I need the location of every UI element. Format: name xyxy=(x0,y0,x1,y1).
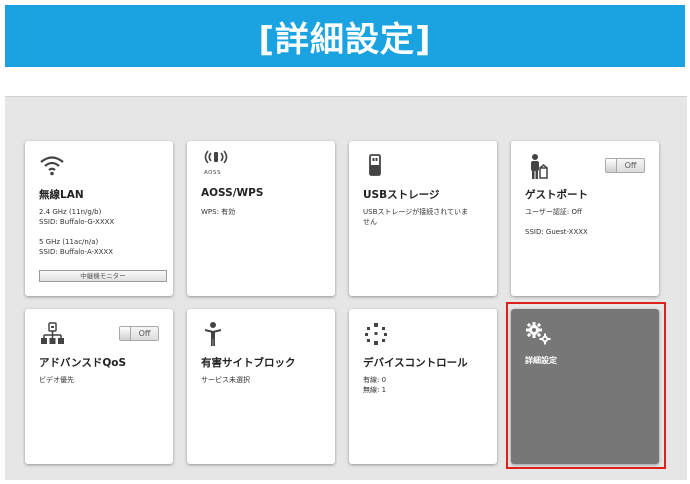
qos-mode: ビデオ優先 xyxy=(39,376,74,384)
toggle-label: Off xyxy=(624,161,637,170)
page-title: [詳細設定] xyxy=(258,19,432,60)
wired-count: 有線: 0 xyxy=(363,376,387,384)
tile-details: ユーザー認証: Off SSID: Guest-XXXX xyxy=(525,207,649,237)
aoss-wireless-icon: AOSS xyxy=(201,149,231,179)
tile-title: AOSS/WPS xyxy=(201,187,264,199)
tile-details: ビデオ優先 xyxy=(39,375,163,385)
ssid-5-label: SSID: Buffalo-A-XXXX xyxy=(39,248,113,256)
tile-details: 2.4 GHz (11n/g/b) SSID: Buffalo-G-XXXX 5… xyxy=(39,207,163,257)
tile-details: USBストレージが接続されていま せん xyxy=(363,207,487,227)
header-banner: [詳細設定] xyxy=(5,5,685,67)
wifi-icon xyxy=(39,153,65,179)
band-24-label: 2.4 GHz (11n/g/b) xyxy=(39,208,102,216)
usb-status-line1: USBストレージが接続されていま xyxy=(363,208,469,216)
device-dots-icon xyxy=(363,321,389,347)
tile-wireless-lan[interactable]: 無線LAN 2.4 GHz (11n/g/b) SSID: Buffalo-G-… xyxy=(25,141,173,296)
ssid-24-label: SSID: Buffalo-G-XXXX xyxy=(39,218,115,226)
tile-title: ゲストポート xyxy=(525,189,588,201)
qos-toggle[interactable]: Off xyxy=(119,326,159,341)
gears-icon xyxy=(525,321,551,347)
tile-title: 無線LAN xyxy=(39,189,84,201)
tile-title: USBストレージ xyxy=(363,189,440,201)
guest-user-icon xyxy=(525,153,551,179)
tile-guest-port[interactable]: Off ゲストポート ユーザー認証: Off SSID: Guest-XXXX xyxy=(511,141,659,296)
settings-panel: 無線LAN 2.4 GHz (11n/g/b) SSID: Buffalo-G-… xyxy=(5,96,687,480)
tile-aoss-wps[interactable]: AOSS AOSS/WPS WPS: 有効 xyxy=(187,141,335,296)
tile-details: サービス未選択 xyxy=(201,375,325,385)
tile-title: 詳細設定 xyxy=(525,356,557,365)
tile-title: デバイスコントロール xyxy=(363,357,468,369)
tile-title: 有害サイトブロック xyxy=(201,357,296,369)
aoss-icon-label: AOSS xyxy=(204,170,221,176)
tile-advanced-settings[interactable]: 詳細設定 xyxy=(511,309,659,464)
repeater-monitor-button[interactable]: 中継機モニター xyxy=(39,270,167,282)
toggle-label: Off xyxy=(138,329,151,338)
wps-status: WPS: 有効 xyxy=(201,208,236,216)
tile-title: アドバンスドQoS xyxy=(39,357,127,369)
tile-harmful-site-block[interactable]: 有害サイトブロック サービス未選択 xyxy=(187,309,335,464)
service-status: サービス未選択 xyxy=(201,376,250,384)
usb-status-line2: せん xyxy=(363,218,377,226)
tile-device-control[interactable]: デバイスコントロール 有線: 0 無線: 1 xyxy=(349,309,497,464)
guest-port-toggle[interactable]: Off xyxy=(605,158,645,173)
tile-details: WPS: 有効 xyxy=(201,207,325,217)
band-5-label: 5 GHz (11ac/n/a) xyxy=(39,238,99,246)
qos-network-icon xyxy=(39,321,65,347)
child-person-icon xyxy=(201,321,227,347)
wireless-count: 無線: 1 xyxy=(363,386,387,394)
tile-usb-storage[interactable]: USBストレージ USBストレージが接続されていま せん xyxy=(349,141,497,296)
guest-ssid: SSID: Guest-XXXX xyxy=(525,228,588,236)
tile-details: 有線: 0 無線: 1 xyxy=(363,375,487,395)
user-auth-status: ユーザー認証: Off xyxy=(525,208,582,216)
usb-drive-icon xyxy=(363,153,389,179)
tile-advanced-qos[interactable]: Off アドバンスドQoS ビデオ優先 xyxy=(25,309,173,464)
